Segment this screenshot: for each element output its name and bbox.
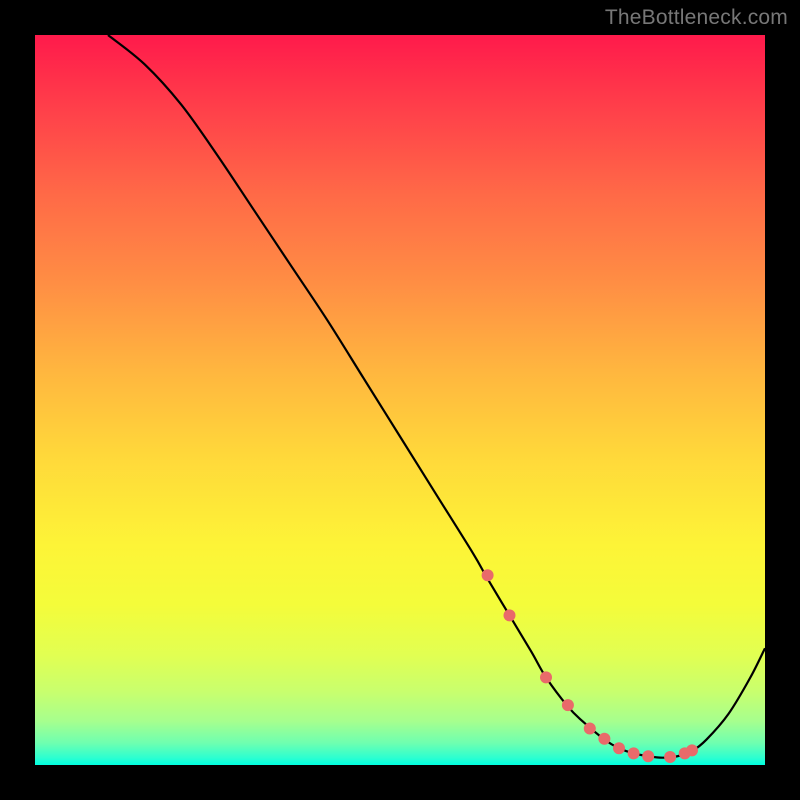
highlight-point [540,671,552,683]
bottleneck-curve [108,35,765,758]
highlight-point [628,747,640,759]
highlight-point [642,750,654,762]
plot-area [35,35,765,765]
chart-frame: TheBottleneck.com [0,0,800,800]
highlight-point [482,569,494,581]
curve-svg [35,35,765,765]
highlight-point [598,733,610,745]
highlight-point [562,699,574,711]
highlight-point [664,751,676,763]
highlight-point [686,744,698,756]
highlight-point [613,742,625,754]
highlight-point [584,723,596,735]
watermark-label: TheBottleneck.com [605,6,788,30]
highlight-point [504,609,516,621]
